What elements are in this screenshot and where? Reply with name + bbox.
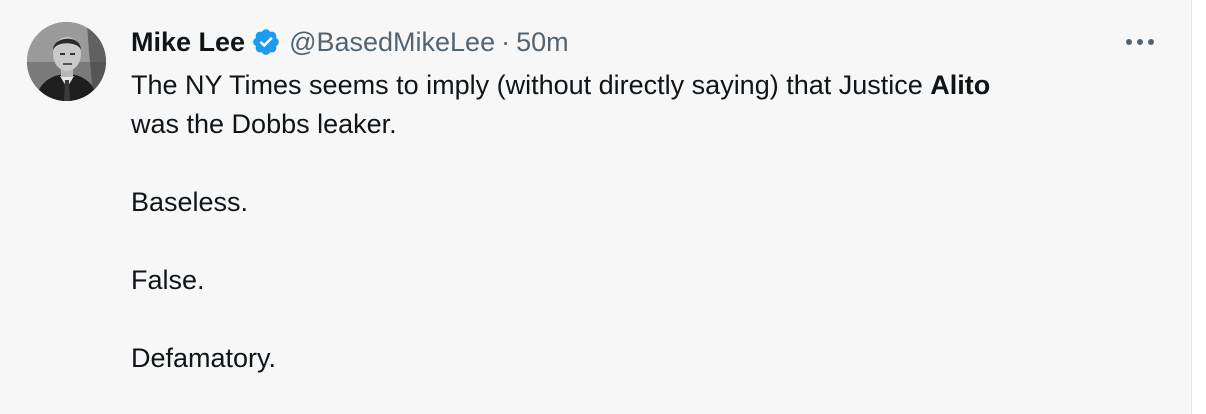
tweet-paragraph-3: False. xyxy=(131,265,205,295)
author-handle[interactable]: @BasedMikeLee xyxy=(289,27,495,58)
more-horizontal-icon[interactable] xyxy=(1118,28,1162,56)
tweet-paragraph-4: Defamatory. xyxy=(131,343,277,373)
verified-badge-icon xyxy=(251,27,281,57)
highlighted-term: Alito xyxy=(930,70,991,100)
separator-dot: · xyxy=(501,26,511,57)
tweet-card[interactable]: Mike Lee @BasedMikeLee · 50m The NY Time… xyxy=(0,0,1192,414)
tweet-line-1-prefix: The NY Times seems to imply (without dir… xyxy=(131,70,931,100)
timestamp[interactable]: 50m xyxy=(516,27,569,58)
tweet-header: Mike Lee @BasedMikeLee · 50m xyxy=(131,22,569,62)
tweet-paragraph-2: Baseless. xyxy=(131,187,249,217)
avatar[interactable] xyxy=(27,22,106,101)
tweet-paragraph-1: The NY Times seems to imply (without dir… xyxy=(131,66,1151,144)
tweet-text: The NY Times seems to imply (without dir… xyxy=(131,66,1151,378)
avatar-photo xyxy=(27,22,106,101)
author-name[interactable]: Mike Lee xyxy=(131,27,245,58)
tweet-line-2: was the Dobbs leaker. xyxy=(131,109,397,139)
